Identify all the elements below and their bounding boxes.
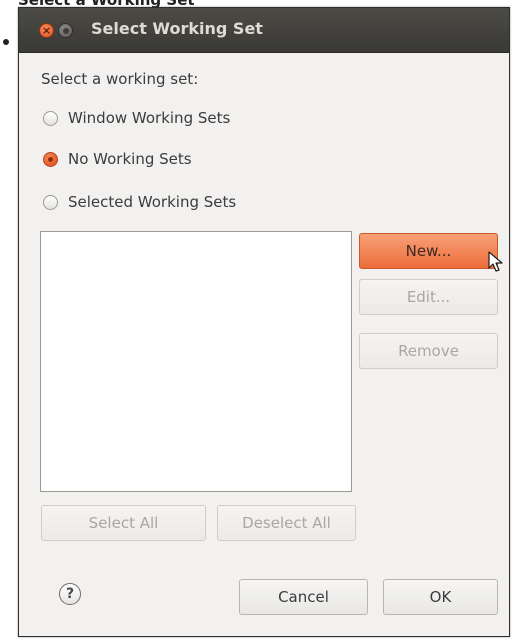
radio-selected-working-sets[interactable]: Selected Working Sets: [43, 191, 236, 213]
window-title: Select Working Set: [91, 19, 263, 38]
radio-no-working-sets[interactable]: No Working Sets: [43, 148, 192, 170]
radio-label: Selected Working Sets: [68, 193, 237, 211]
radio-button-checked-icon[interactable]: [43, 151, 58, 167]
radio-label: Window Working Sets: [68, 109, 231, 127]
radio-label: No Working Sets: [68, 150, 192, 168]
working-sets-list[interactable]: [40, 231, 352, 492]
deselect-all-button[interactable]: Deselect All: [217, 505, 356, 541]
ok-button[interactable]: OK: [383, 579, 498, 615]
select-all-button[interactable]: Select All: [41, 505, 206, 541]
remove-button[interactable]: Remove: [359, 333, 498, 369]
window-titlebar[interactable]: × Select Working Set: [19, 8, 509, 53]
radio-window-working-sets[interactable]: Window Working Sets: [43, 107, 230, 129]
new-button[interactable]: New...: [359, 233, 498, 269]
edit-button[interactable]: Edit...: [359, 279, 498, 315]
mouse-pointer-icon: [488, 251, 503, 272]
section-label: Select a working set:: [41, 70, 199, 88]
minimize-icon[interactable]: [58, 23, 73, 38]
radio-button-icon[interactable]: [43, 194, 58, 210]
radio-button-icon[interactable]: [43, 110, 58, 126]
select-working-set-dialog: × Select Working Set Select a working se…: [18, 7, 510, 637]
bullet-icon: [3, 39, 9, 45]
page: Select a Working Set × Select Working Se…: [0, 0, 513, 640]
close-icon[interactable]: ×: [39, 23, 54, 38]
cancel-button[interactable]: Cancel: [239, 579, 368, 615]
help-icon[interactable]: ?: [59, 583, 81, 605]
